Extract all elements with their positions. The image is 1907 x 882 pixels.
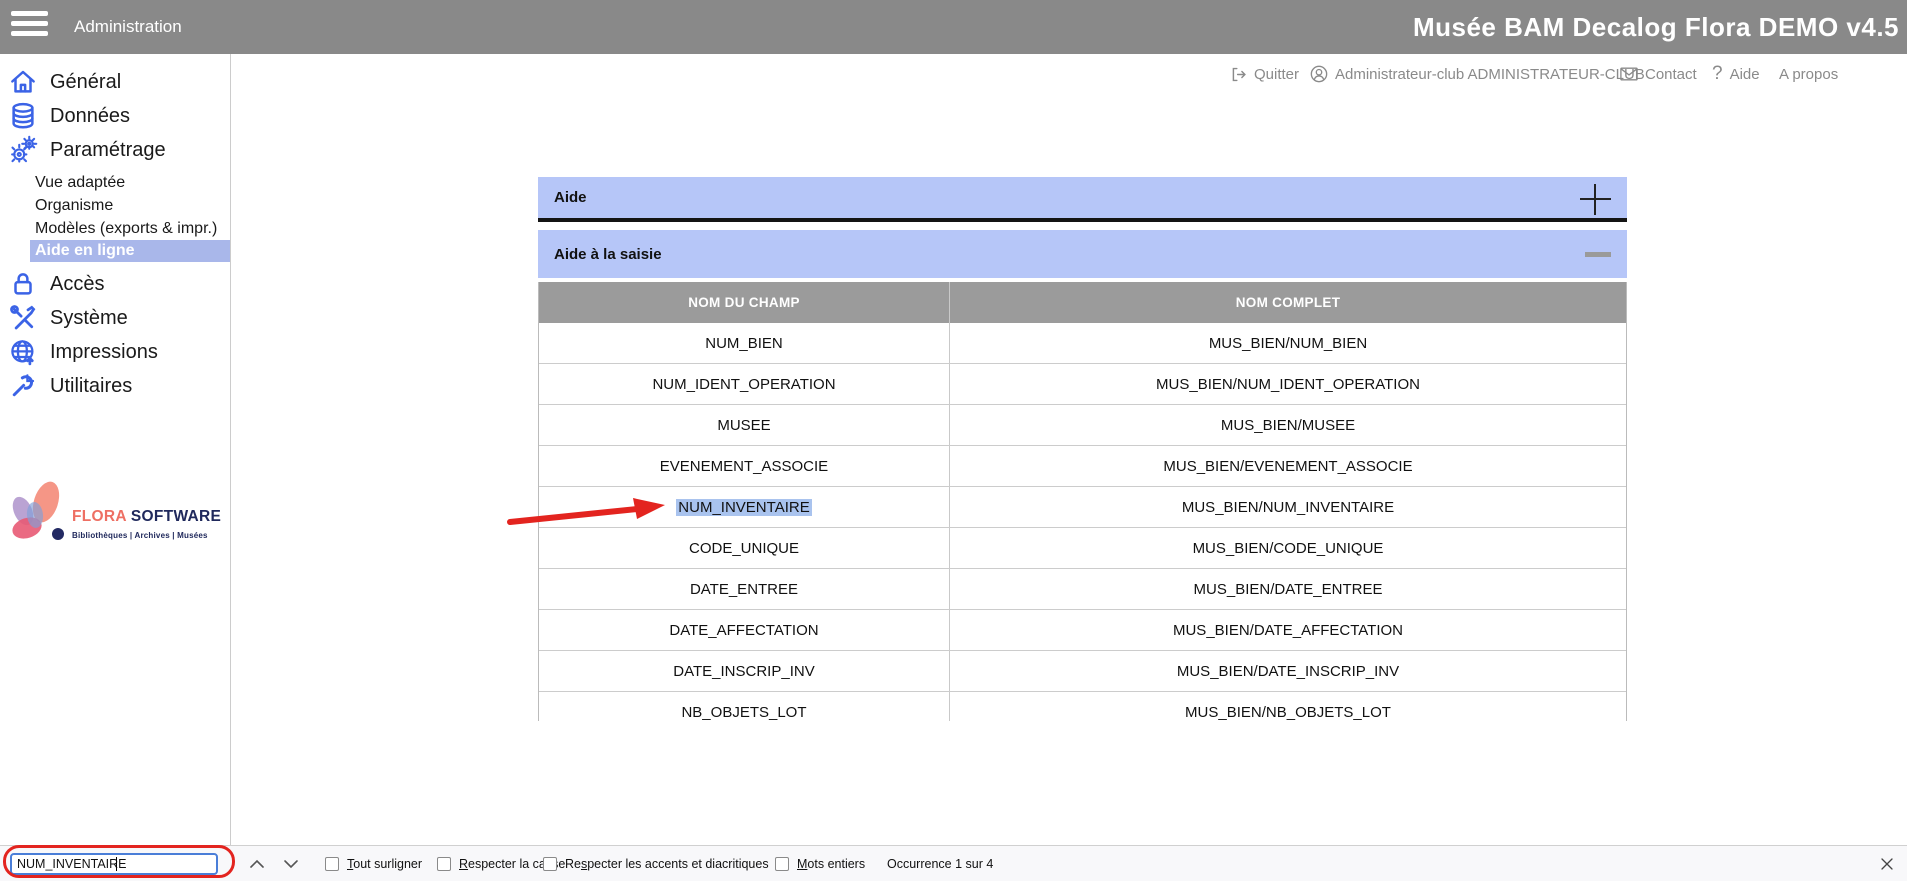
occurrence-status: Occurrence 1 sur 4 — [887, 846, 993, 882]
sidebar-item-parametrage[interactable]: Paramétrage — [0, 133, 230, 167]
table-row: EVENEMENT_ASSOCIE MUS_BIEN/EVENEMENT_ASS… — [539, 446, 1626, 487]
checkbox-label[interactable]: Tout surligner — [347, 857, 422, 871]
gears-icon — [8, 135, 38, 165]
sidebar-item-impressions[interactable]: Impressions — [0, 335, 230, 369]
a-propos-link[interactable]: A propos — [1779, 60, 1838, 88]
sidebar-item-label: Accès — [50, 273, 104, 296]
table-row: NUM_IDENT_OPERATION MUS_BIEN/NUM_IDENT_O… — [539, 364, 1626, 405]
column-header-nom-du-champ: NOM DU CHAMP — [539, 282, 950, 323]
globe-print-icon — [8, 337, 38, 367]
hamburger-menu-icon[interactable] — [11, 11, 48, 41]
app-title: Musée BAM Decalog Flora DEMO v4.5 — [1413, 0, 1899, 54]
sidebar-item-acces[interactable]: Accès — [0, 267, 230, 301]
table-row: DATE_INSCRIP_INV MUS_BIEN/DATE_INSCRIP_I… — [539, 651, 1626, 692]
find-input[interactable] — [10, 853, 218, 875]
sidebar-subitem-aide-en-ligne[interactable]: Aide en ligne — [30, 240, 230, 262]
logo-tagline: Bibliothèques | Archives | Musées — [72, 531, 221, 540]
sidebar-subitem-modeles[interactable]: Modèles (exports & impr.) — [0, 217, 230, 240]
envelope-icon — [1620, 67, 1638, 81]
checkbox[interactable] — [437, 857, 451, 871]
checkbox-label[interactable]: Mots entiers — [797, 857, 865, 871]
accordion-header-aide[interactable]: Aide — [538, 177, 1627, 222]
parametrage-submenu: Vue adaptée Organisme Modèles (exports &… — [0, 167, 230, 267]
sidebar-item-label: Impressions — [50, 341, 158, 364]
sidebar-item-donnees[interactable]: Données — [0, 99, 230, 133]
column-header-nom-complet: NOM COMPLET — [950, 282, 1626, 323]
sidebar: Général Données Paramétrage Vue adaptée … — [0, 54, 231, 845]
sidebar-item-label: Système — [50, 307, 128, 330]
checkbox[interactable] — [543, 857, 557, 871]
table-row: NUM_BIEN MUS_BIEN/NUM_BIEN — [539, 323, 1626, 364]
find-bar: Tout surligner Respecter la casse Respec… — [0, 845, 1907, 881]
aide-link[interactable]: ? Aide — [1712, 60, 1760, 88]
header-links: Quitter Administrateur-club ADMINISTRATE… — [0, 60, 1907, 88]
flora-logo-petals-icon — [6, 478, 70, 552]
sidebar-item-label: Utilitaires — [50, 375, 132, 398]
find-previous-button[interactable] — [248, 856, 266, 872]
logo-name: FLORA SOFTWARE — [72, 508, 221, 526]
wrench-icon — [8, 371, 38, 401]
find-next-button[interactable] — [282, 856, 300, 872]
help-fields-table: NOM DU CHAMP NOM COMPLET NUM_BIEN MUS_BI… — [538, 282, 1627, 721]
collapse-minus-icon[interactable] — [1585, 252, 1611, 257]
sidebar-item-label: Données — [50, 105, 130, 128]
table-row-current-match: NUM_INVENTAIRE MUS_BIEN/NUM_INVENTAIRE — [539, 487, 1626, 528]
sidebar-item-label: Paramétrage — [50, 139, 166, 162]
table-row: MUSEE MUS_BIEN/MUSEE — [539, 405, 1626, 446]
text-caret — [116, 857, 117, 871]
find-match-highlight: NUM_INVENTAIRE — [676, 499, 811, 516]
close-findbar-icon[interactable] — [1880, 857, 1894, 871]
sidebar-subitem-vue-adaptee[interactable]: Vue adaptée — [0, 171, 230, 194]
question-mark-icon: ? — [1712, 63, 1723, 85]
table-row: CODE_UNIQUE MUS_BIEN/CODE_UNIQUE — [539, 528, 1626, 569]
table-row: DATE_AFFECTATION MUS_BIEN/DATE_AFFECTATI… — [539, 610, 1626, 651]
main-content: Aide Aide à la saisie NOM DU CHAMP NOM C… — [538, 177, 1627, 721]
page-title: Administration — [74, 0, 182, 54]
user-icon — [1310, 65, 1328, 83]
highlight-all-checkbox-group[interactable]: Tout surligner — [325, 846, 422, 882]
contact-link[interactable]: Contact — [1620, 60, 1697, 88]
table-row: NB_OBJETS_LOT MUS_BIEN/NB_OBJETS_LOT — [539, 692, 1626, 721]
topbar: Administration Musée BAM Decalog Flora D… — [0, 0, 1907, 54]
tools-icon — [8, 303, 38, 333]
checkbox[interactable] — [325, 857, 339, 871]
expand-plus-icon[interactable] — [1580, 184, 1611, 215]
sidebar-subitem-organisme[interactable]: Organisme — [0, 194, 230, 217]
whole-words-checkbox-group[interactable]: Mots entiers — [775, 846, 865, 882]
accordion-label: Aide — [554, 177, 587, 218]
match-diacritics-checkbox-group[interactable]: Respecter les accents et diacritiques — [543, 846, 769, 882]
sidebar-item-systeme[interactable]: Système — [0, 301, 230, 335]
administration-app: Administration Musée BAM Decalog Flora D… — [0, 0, 1907, 881]
flora-software-logo: FLORA SOFTWARE Bibliothèques | Archives … — [6, 478, 231, 553]
checkbox-label[interactable]: Respecter les accents et diacritiques — [565, 857, 769, 871]
checkbox[interactable] — [775, 857, 789, 871]
table-header-row: NOM DU CHAMP NOM COMPLET — [539, 282, 1626, 323]
sidebar-item-utilitaires[interactable]: Utilitaires — [0, 369, 230, 403]
quitter-link[interactable]: Quitter — [1230, 60, 1299, 88]
lock-icon — [8, 269, 38, 299]
user-account-link[interactable]: Administrateur-club ADMINISTRATEUR-CLUB — [1310, 60, 1645, 88]
exit-icon — [1230, 66, 1247, 83]
database-icon — [8, 101, 38, 131]
table-row: DATE_ENTREE MUS_BIEN/DATE_ENTREE — [539, 569, 1626, 610]
accordion-header-aide-saisie[interactable]: Aide à la saisie — [538, 230, 1627, 278]
accordion-label: Aide à la saisie — [554, 230, 662, 278]
